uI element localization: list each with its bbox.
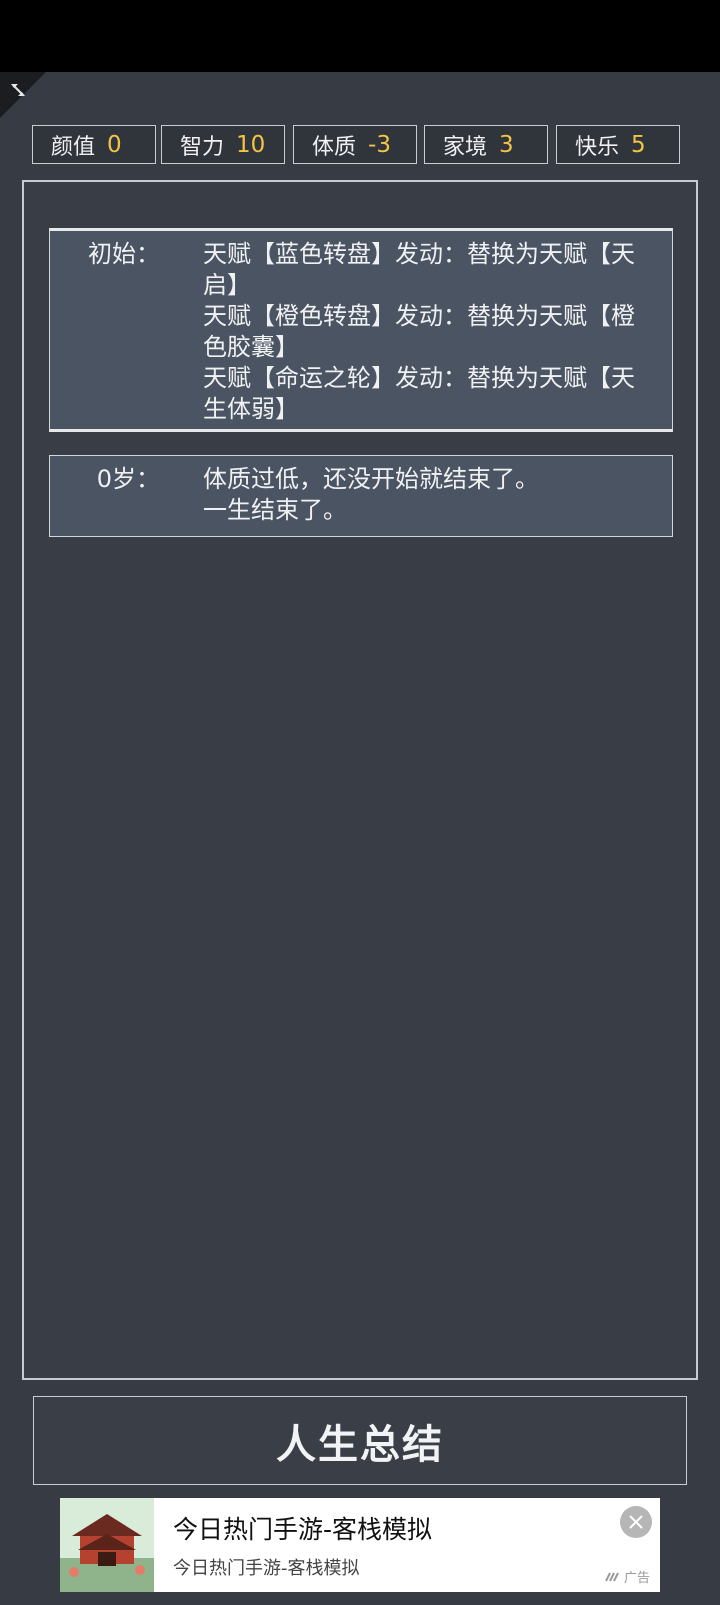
ad-tag: 广告: [605, 1567, 650, 1586]
stat-appearance: 颜值 0: [32, 125, 156, 164]
log-entry-initial: 初始： 天赋【蓝色转盘】发动：替换为天赋【天启】 天赋【橙色转盘】发动：替换为天…: [49, 228, 673, 432]
life-summary-button[interactable]: 人生总结: [33, 1396, 687, 1485]
ad-tag-label: 广告: [623, 1571, 650, 1586]
stat-family: 家境 3: [424, 125, 548, 164]
life-log-panel[interactable]: 初始： 天赋【蓝色转盘】发动：替换为天赋【天启】 天赋【橙色转盘】发动：替换为天…: [22, 180, 698, 1380]
stat-label: 快乐: [575, 134, 620, 160]
log-line: 体质过低，还没开始就结束了。: [203, 465, 539, 493]
stat-constitution: 体质 -3: [293, 125, 417, 164]
stat-value: 5: [631, 131, 646, 158]
stat-label: 智力: [180, 134, 225, 160]
log-line: 一生结束了。: [203, 496, 347, 524]
stat-intelligence: 智力 10: [161, 125, 285, 164]
stat-value: 3: [499, 131, 514, 158]
stat-label: 家境: [443, 134, 488, 160]
ad-subtitle[interactable]: 今日热门手游-客栈模拟: [173, 1554, 360, 1580]
log-line: 天赋【蓝色转盘】发动：替换为天赋【天启】: [203, 240, 635, 299]
stats-bar: 颜值 0 智力 10 体质 -3 家境 3 快乐 5: [32, 125, 688, 166]
ad-title[interactable]: 今日热门手游-客栈模拟: [173, 1510, 432, 1546]
log-line: 天赋【橙色转盘】发动：替换为天赋【橙色胶囊】: [203, 302, 635, 361]
log-entry-age-0: 0岁： 体质过低，还没开始就结束了。 一生结束了。: [49, 455, 673, 537]
stat-value: 10: [236, 131, 266, 158]
stat-label: 颜值: [51, 134, 96, 160]
stat-happiness: 快乐 5: [556, 125, 680, 164]
log-line: 天赋【命运之轮】发动：替换为天赋【天生体弱】: [203, 364, 635, 423]
ad-banner[interactable]: 今日热门手游-客栈模拟 今日热门手游-客栈模拟 广告: [60, 1498, 660, 1592]
ad-thumbnail[interactable]: [60, 1498, 154, 1592]
stat-value: 0: [107, 131, 122, 158]
log-entry-label: 0岁：: [96, 465, 160, 493]
life-summary-label: 人生总结: [276, 1421, 444, 1468]
ad-logo-icon: [605, 1572, 619, 1581]
stat-value: -3: [368, 131, 391, 158]
stat-label: 体质: [312, 134, 357, 160]
log-entry-label: 初始：: [88, 240, 160, 268]
status-bar: [0, 0, 720, 72]
close-icon[interactable]: [620, 1506, 652, 1538]
expand-icon[interactable]: [8, 80, 28, 100]
